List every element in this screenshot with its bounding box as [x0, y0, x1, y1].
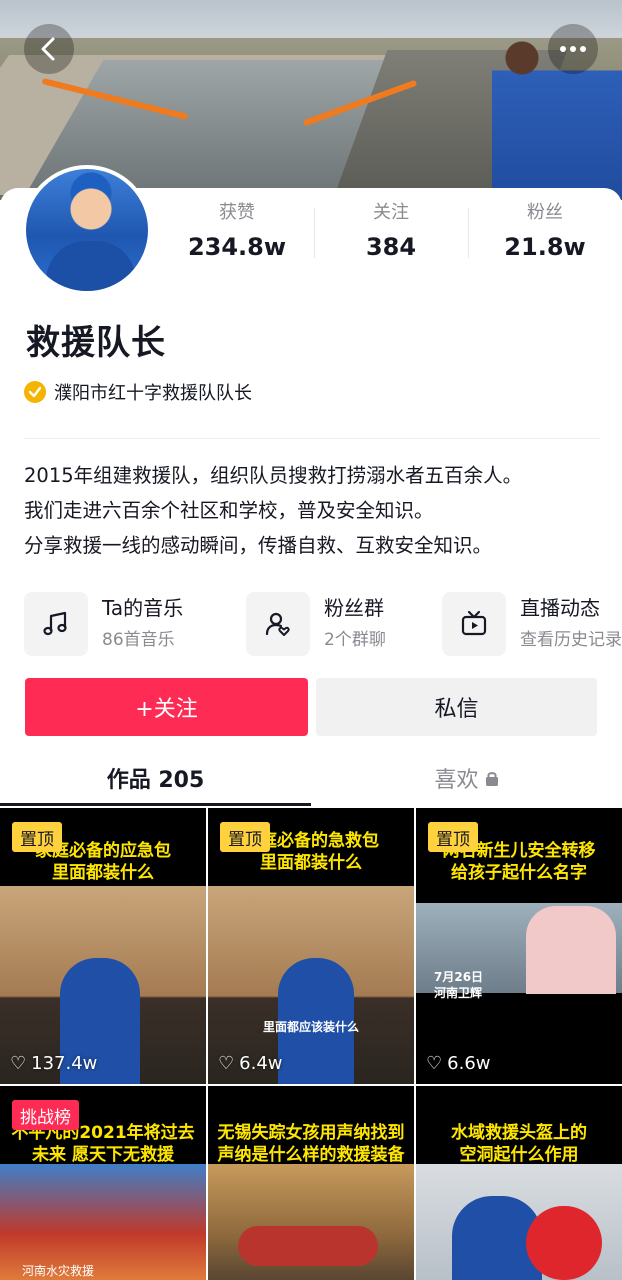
profile-bio: 2015年组建救援队，组织队员搜救打捞溺水者五百余人。 我们走进六百余个社区和学… — [24, 458, 614, 563]
video-likes: ♡ 6.4w — [218, 1053, 283, 1074]
stat-following[interactable]: 关注 384 — [314, 200, 468, 270]
profile-stats: 获赞 234.8w 关注 384 粉丝 21.8w — [160, 200, 622, 270]
video-tile[interactable]: 家庭必备的应急包 里面都装什么 置顶 ♡ 137.4w — [0, 808, 206, 1084]
stat-value: 234.8w — [187, 233, 287, 261]
video-caption: 空洞起什么作用 — [459, 1145, 579, 1165]
bio-line: 我们走进六百余个社区和学校，普及安全知识。 — [24, 499, 434, 522]
feature-title: 粉丝群 — [324, 596, 384, 620]
video-likes-count: 6.6w — [447, 1053, 491, 1074]
pinned-badge: 置顶 — [12, 822, 62, 852]
tab-underline — [0, 803, 311, 806]
more-button[interactable] — [548, 24, 598, 74]
stat-likes[interactable]: 获赞 234.8w — [160, 200, 314, 270]
feature-music[interactable]: Ta的音乐 86首音乐 — [24, 590, 183, 658]
video-overlay-text: 7月26日 — [434, 970, 484, 984]
challenge-badge: 挑战榜 — [12, 1100, 79, 1130]
tab-works[interactable]: 作品 205 — [0, 756, 311, 800]
lock-icon — [485, 772, 498, 786]
video-thumbnail-helmet — [526, 1206, 602, 1280]
feature-title: Ta的音乐 — [102, 596, 184, 620]
video-caption: 里面都装什么 — [52, 863, 154, 883]
video-caption: 水域救援头盔上的 — [451, 1123, 587, 1143]
verified-check-icon — [24, 381, 46, 403]
music-note-icon — [24, 592, 88, 656]
stat-label: 获赞 — [219, 202, 255, 223]
stat-followers[interactable]: 粉丝 21.8w — [468, 200, 622, 270]
stat-value: 21.8w — [504, 233, 586, 261]
feature-live[interactable]: 直播动态 查看历史记录 — [442, 590, 622, 658]
video-caption: 里面都装什么 — [260, 853, 362, 873]
tab-likes[interactable]: 喜欢 — [311, 756, 622, 800]
video-tile[interactable]: 无锡失踪女孩用声纳找到 声纳是什么样的救援装备 — [208, 1086, 414, 1280]
video-subtitle: 里面都应该装什么 — [262, 1020, 359, 1034]
follow-button[interactable]: +关注 — [25, 678, 308, 736]
feature-subtitle: 86首音乐 — [102, 630, 175, 650]
video-likes-count: 6.4w — [239, 1053, 283, 1074]
feature-fan-group[interactable]: 粉丝群 2个群聊 — [246, 590, 386, 658]
video-likes: ♡ 137.4w — [10, 1053, 97, 1074]
bio-line: 分享救援一线的感动瞬间，传播自救、互救安全知识。 — [24, 534, 493, 557]
verified-text: 濮阳市红十字救援队队长 — [54, 383, 252, 404]
video-tile[interactable]: 网名新生儿安全转移 给孩子起什么名字 7月26日 河南卫辉 置顶 ♡ 6.6w — [416, 808, 622, 1084]
video-thumbnail-person — [526, 906, 616, 994]
video-thumbnail-boat — [238, 1226, 378, 1266]
video-likes: ♡ 6.6w — [426, 1053, 491, 1074]
video-grid: 家庭必备的应急包 里面都装什么 置顶 ♡ 137.4w 家庭必备的急救包 里面都装… — [0, 808, 622, 1280]
video-tile[interactable]: 水域救援头盔上的 空洞起什么作用 — [416, 1086, 622, 1280]
tab-label: 作品 205 — [106, 768, 205, 793]
video-caption: 无锡失踪女孩用声纳找到 — [217, 1123, 405, 1143]
video-caption: 声纳是什么样的救援装备 — [217, 1145, 405, 1165]
stat-value: 384 — [365, 233, 417, 261]
divider — [24, 438, 600, 439]
message-button[interactable]: 私信 — [316, 678, 597, 736]
avatar[interactable] — [22, 165, 152, 295]
feature-subtitle: 查看历史记录 — [520, 630, 622, 650]
heart-icon: ♡ — [426, 1053, 443, 1074]
feature-row: Ta的音乐 86首音乐 粉丝群 2个群聊 直播动态 查看历史记录 — [24, 590, 622, 658]
verified-badge: 濮阳市红十字救援队队长 — [24, 378, 252, 406]
heart-icon: ♡ — [218, 1053, 235, 1074]
feature-title: 直播动态 — [520, 596, 600, 620]
fan-group-icon — [246, 592, 310, 656]
bio-line: 2015年组建救援队，组织队员搜救打捞溺水者五百余人。 — [24, 464, 523, 487]
feature-subtitle: 2个群聊 — [324, 630, 386, 650]
more-dots-icon — [560, 46, 586, 52]
profile-name: 救援队长 — [26, 323, 166, 363]
pinned-badge: 置顶 — [220, 822, 270, 852]
video-caption: 未来 愿天下无救援 — [32, 1145, 174, 1165]
heart-icon: ♡ — [10, 1053, 27, 1074]
stat-label: 关注 — [373, 202, 409, 223]
back-button[interactable] — [24, 24, 74, 74]
tab-label: 喜欢 — [434, 768, 479, 793]
tv-icon — [442, 592, 506, 656]
pinned-badge: 置顶 — [428, 822, 478, 852]
video-overlay-text: 河南水灾救援 — [22, 1264, 95, 1278]
chevron-left-icon — [41, 37, 55, 61]
video-tile[interactable]: 家庭必备的急救包 里面都装什么 里面都应该装什么 置顶 ♡ 6.4w — [208, 808, 414, 1084]
video-caption: 给孩子起什么名字 — [451, 863, 587, 883]
video-likes-count: 137.4w — [31, 1053, 98, 1074]
stat-label: 粉丝 — [527, 202, 563, 223]
video-tile[interactable]: 不平凡的2021年将过去 未来 愿天下无救援 河南水灾救援 挑战榜 — [0, 1086, 206, 1280]
video-overlay-text: 河南卫辉 — [434, 986, 483, 1000]
